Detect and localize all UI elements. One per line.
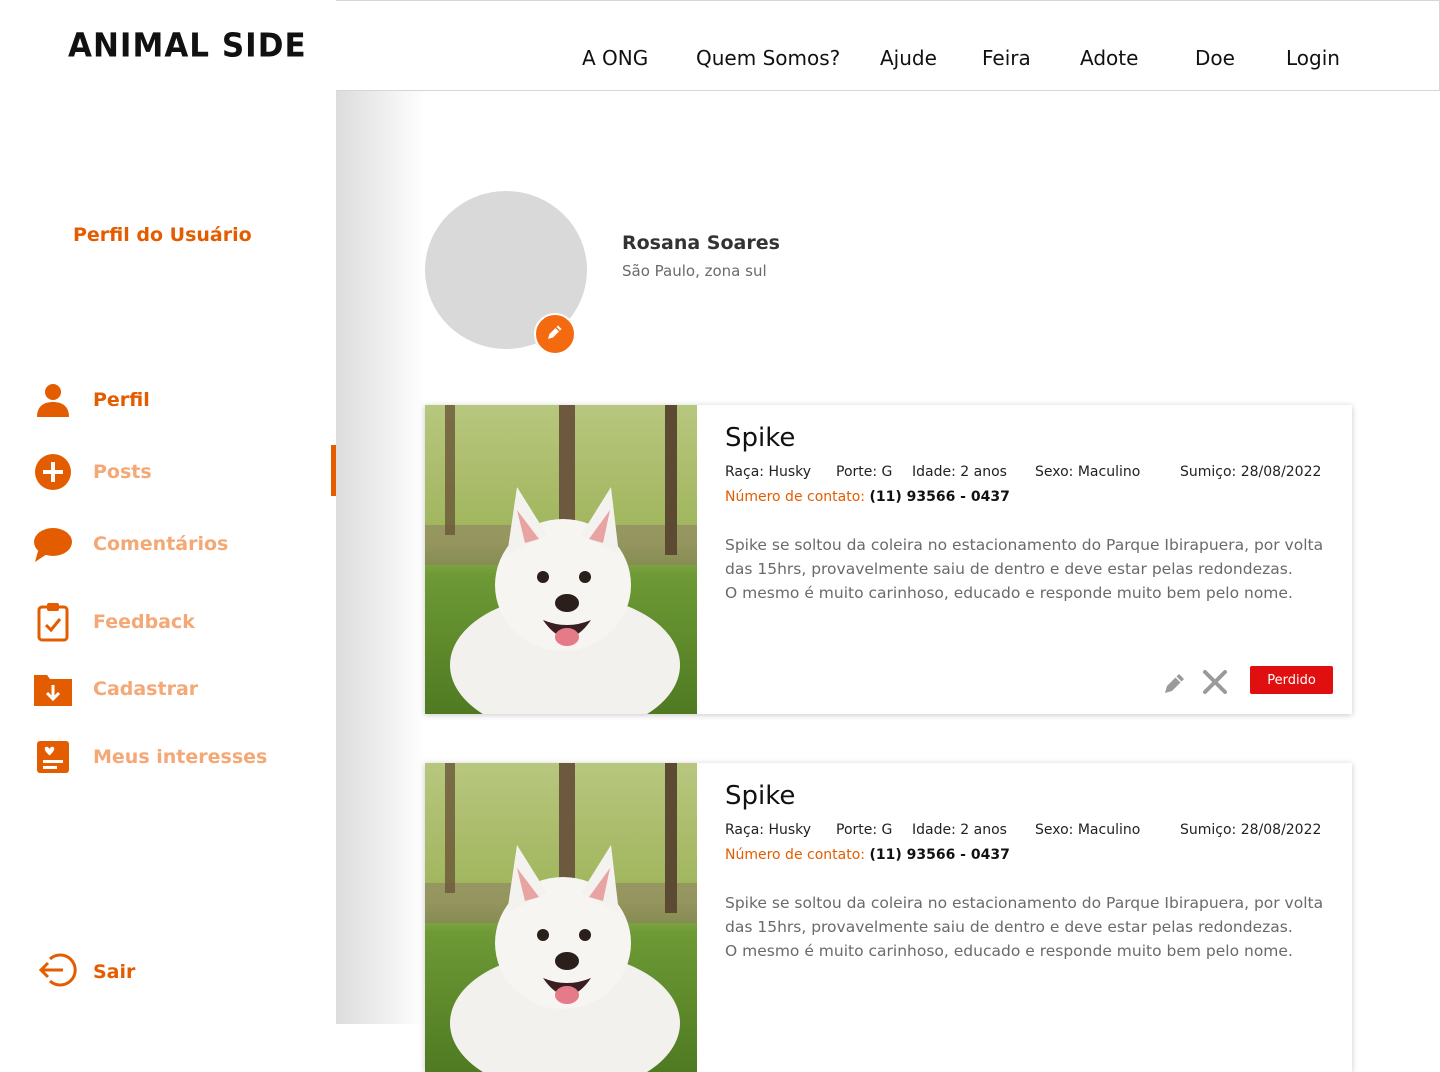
user-location: São Paulo, zona sul [622,262,767,280]
delete-post-icon[interactable] [1200,667,1230,697]
contact-label: Número de contato: [725,489,865,505]
pet-breed: Raça: Husky [725,822,812,838]
description-line: Spike se soltou da coleira no estacionam… [725,536,1324,554]
sidebar-item-perfil[interactable]: Perfil [33,378,150,422]
clipboard-check-icon [33,602,73,642]
top-navbar: A ONG Quem Somos? Ajude Feira Adote Doe … [336,0,1440,91]
active-item-marker [331,445,336,496]
post-card: Spike Raça: Husky Porte: G Idade: 2 anos… [425,405,1352,714]
pencil-icon [545,322,565,346]
sidebar-item-label: Perfil [93,389,150,411]
sidebar-item-label: Posts [93,461,152,483]
description-line: das 15hrs, provavelmente saiu de dentro … [725,560,1293,578]
sidebar-item-label: Meus interesses [93,746,268,768]
pet-breed: Raça: Husky [725,464,812,480]
sidebar: ANIMAL SIDE Perfil do Usuário Perfil Pos… [0,0,336,1024]
heart-list-icon [33,737,73,777]
sidebar-item-meus-interesses[interactable]: Meus interesses [33,735,267,779]
nav-link-login[interactable]: Login [1286,46,1340,70]
description-line: Spike se soltou da coleira no estacionam… [725,894,1324,912]
sidebar-item-posts[interactable]: Posts [33,450,152,494]
pet-name: Spike [725,423,796,453]
logout-icon [38,950,80,994]
pet-missing-date: Sumiço: 28/08/2022 [1180,464,1322,480]
pet-photo [425,763,697,1072]
description-line: das 15hrs, provavelmente saiu de dentro … [725,918,1293,936]
plus-circle-icon [33,452,73,492]
contact-number: (11) 93566 - 0437 [869,489,1010,505]
contact-label: Número de contato: [725,847,865,863]
edit-avatar-button[interactable] [534,313,576,355]
pet-description: Spike se soltou da coleira no estacionam… [725,891,1350,963]
pet-sex: Sexo: Maculino [1035,822,1141,838]
user-name: Rosana Soares [622,232,780,254]
post-card: Spike Raça: Husky Porte: G Idade: 2 anos… [425,763,1352,1072]
sidebar-shadow [336,90,426,1024]
contact-info: Número de contato: (11) 93566 - 0437 [725,847,1010,863]
pet-sex: Sexo: Maculino [1035,464,1141,480]
pet-description: Spike se soltou da coleira no estacionam… [725,533,1350,605]
pet-age: Idade: 2 anos [912,464,1007,480]
pet-missing-date: Sumiço: 28/08/2022 [1180,822,1322,838]
edit-post-icon[interactable] [1159,667,1189,697]
contact-number: (11) 93566 - 0437 [869,847,1010,863]
sidebar-item-label: Cadastrar [93,678,199,700]
sidebar-item-comentarios[interactable]: Comentários [33,522,228,566]
nav-link-doe[interactable]: Doe [1195,46,1235,70]
app-logo[interactable]: ANIMAL SIDE [68,27,307,65]
sidebar-item-label: Comentários [93,533,229,555]
nav-link-a-ong[interactable]: A ONG [582,46,648,70]
pet-size: Porte: G [836,464,893,480]
pet-name: Spike [725,781,796,811]
sidebar-item-cadastrar[interactable]: Cadastrar [33,667,198,711]
logout-button[interactable]: Sair [38,950,135,994]
pet-age: Idade: 2 anos [912,822,1007,838]
nav-link-adote[interactable]: Adote [1080,46,1138,70]
sidebar-item-feedback[interactable]: Feedback [33,600,195,644]
nav-link-quem-somos[interactable]: Quem Somos? [696,46,840,70]
nav-link-ajude[interactable]: Ajude [880,46,937,70]
user-icon [33,380,73,420]
description-line: O mesmo é muito carinhoso, educado e res… [725,584,1293,602]
folder-download-icon [33,669,73,709]
sidebar-title: Perfil do Usuário [73,224,252,246]
chat-bubble-icon [33,524,73,564]
sidebar-item-label: Feedback [93,611,195,633]
description-line: O mesmo é muito carinhoso, educado e res… [725,942,1293,960]
logout-label: Sair [93,961,136,983]
nav-link-feira[interactable]: Feira [982,46,1031,70]
contact-info: Número de contato: (11) 93566 - 0437 [725,489,1010,505]
pet-photo [425,405,697,714]
pet-size: Porte: G [836,822,893,838]
status-badge[interactable]: Perdido [1250,666,1333,694]
